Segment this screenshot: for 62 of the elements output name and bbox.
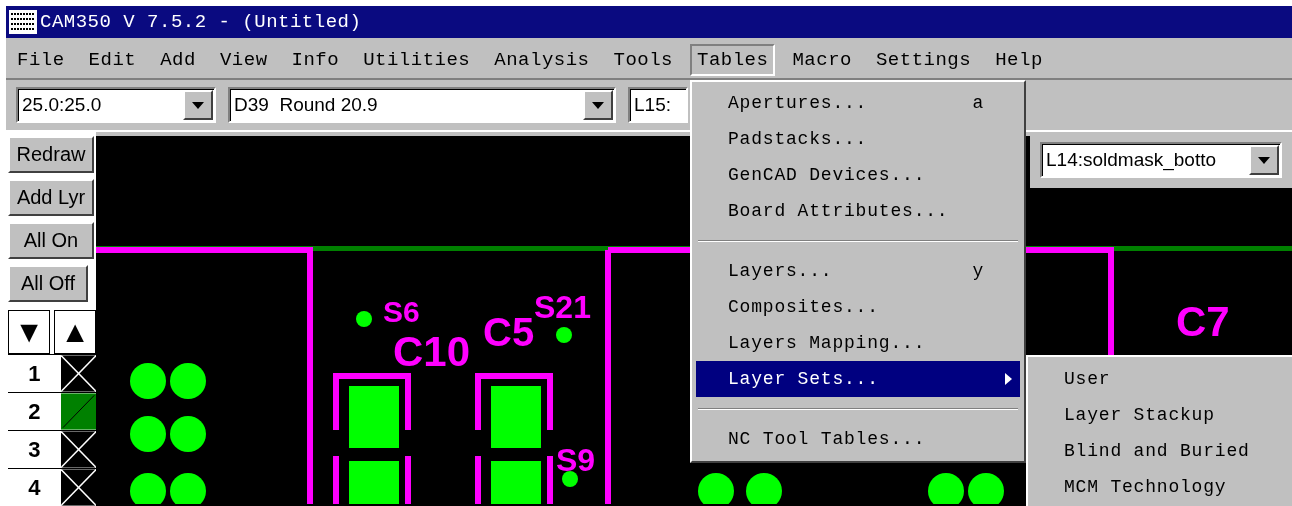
menu-entry[interactable]: GenCAD Devices... [696, 157, 1020, 193]
menu-item[interactable]: Settings [868, 44, 979, 76]
menu-entry[interactable]: Layers... y [696, 253, 1020, 289]
submenu-entry[interactable]: Layer Stackup [1028, 397, 1292, 433]
component-label: C7 [1176, 298, 1230, 345]
component-label: S21 [534, 289, 591, 325]
combo-box[interactable]: D39 Round 20.9 [228, 87, 616, 123]
layer-hidden-toggle[interactable] [60, 355, 96, 392]
via-pad [698, 473, 734, 504]
combo-box[interactable]: 25.0:25.0 [16, 87, 216, 123]
menu-item[interactable]: Edit [81, 44, 144, 76]
menu-item[interactable]: Analysis [487, 44, 597, 76]
dropdown-arrow-icon [592, 101, 604, 109]
layer-hidden-toggle[interactable] [60, 469, 96, 506]
via-pad [556, 327, 572, 343]
menu-item[interactable]: Tables [690, 44, 776, 76]
component-label: S9 [556, 442, 596, 478]
submenu-entry[interactable]: Blind and Buried [1028, 433, 1292, 469]
menu-entry[interactable]: NC Tool Tables... [696, 421, 1020, 457]
menu-item[interactable]: Help [988, 44, 1050, 76]
via-pad [928, 473, 964, 504]
combo-box[interactable]: L15: [628, 87, 688, 123]
menu-item[interactable]: File [10, 44, 72, 76]
layer-hidden-toggle[interactable] [60, 431, 96, 468]
menu-entry[interactable]: Composites... [696, 289, 1020, 325]
dropdown-arrow-icon [192, 101, 204, 109]
menu-item[interactable]: Macro [785, 44, 859, 76]
via-pad [562, 471, 578, 487]
layer-visible-toggle[interactable] [60, 393, 96, 430]
via-pad [130, 363, 166, 399]
menu-item[interactable]: View [212, 44, 275, 76]
app-icon [9, 10, 37, 34]
component-label: C5 [483, 310, 535, 354]
panel-button[interactable]: All On [8, 222, 94, 259]
panel-button[interactable]: All Off [8, 265, 88, 302]
component-label: S6 [383, 295, 420, 328]
component-label: C10 [393, 328, 471, 375]
layer-combo-box[interactable]: L14:soldmask_botto [1040, 142, 1282, 178]
via-pad [130, 416, 166, 452]
arrow-button[interactable]: ▼ [8, 310, 50, 354]
window-title: CAM350 V 7.5.2 - (Untitled) [40, 11, 362, 33]
via-pad [170, 473, 206, 504]
menu-item[interactable]: Utilities [356, 44, 478, 76]
dropdown-arrow-icon [1258, 156, 1270, 164]
menu-item[interactable]: Tools [606, 44, 680, 76]
menu-entry[interactable]: Apertures... a [696, 85, 1020, 121]
via-pad [746, 473, 782, 504]
submenu-entry[interactable]: MCM Technology [1028, 469, 1292, 505]
menu-item[interactable]: Info [284, 44, 347, 76]
menu-entry[interactable]: Board Attributes... [696, 193, 1020, 229]
via-pad [170, 363, 206, 399]
menu-entry[interactable]: Layers Mapping... [696, 325, 1020, 361]
menu-entry[interactable]: Padstacks... [696, 121, 1020, 157]
menu-item[interactable]: Add [153, 44, 203, 76]
panel-button[interactable]: Redraw [8, 136, 94, 173]
submenu-entry[interactable]: User [1028, 361, 1292, 397]
via-pad [170, 416, 206, 452]
via-pad [356, 311, 372, 327]
panel-button[interactable]: Add Lyr [8, 179, 94, 216]
via-pad [130, 473, 166, 504]
via-pad [968, 473, 1004, 504]
arrow-button[interactable]: ▲ [54, 310, 96, 354]
